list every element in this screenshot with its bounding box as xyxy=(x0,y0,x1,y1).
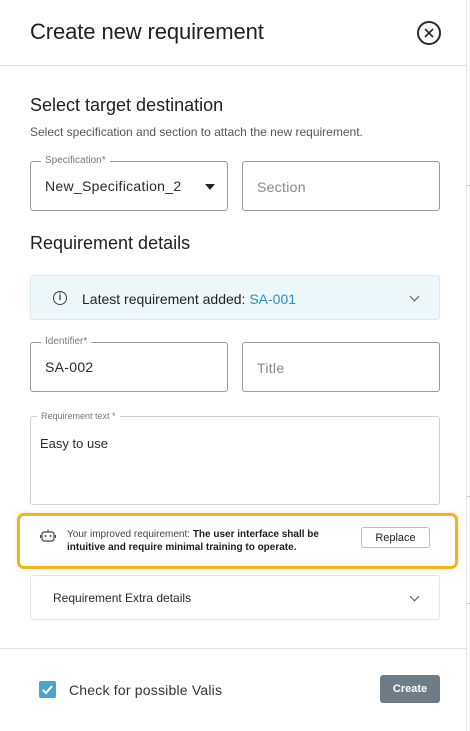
dropdown-caret-icon xyxy=(205,184,215,190)
requirement-text-value: Easy to use xyxy=(40,436,108,451)
suggestion-prefix: Your improved requirement: xyxy=(67,529,193,540)
latest-requirement-id[interactable]: SA-001 xyxy=(249,291,296,307)
dialog-footer: Check for possible Valis Create xyxy=(0,648,467,731)
chevron-down-icon[interactable] xyxy=(409,291,420,302)
requirement-text-field[interactable]: Requirement text * Easy to use xyxy=(30,410,440,505)
improved-requirement-suggestion: Your improved requirement: The user inte… xyxy=(17,513,458,569)
valis-checkbox[interactable] xyxy=(39,681,56,698)
latest-requirement-panel[interactable]: i Latest requirement added: SA-001 xyxy=(30,275,440,320)
title-placeholder: Title xyxy=(257,360,285,376)
identifier-field[interactable]: Identifier* SA-002 xyxy=(30,336,228,392)
dialog-header: Create new requirement xyxy=(0,0,467,66)
checkmark-icon xyxy=(42,685,53,695)
create-button[interactable]: Create xyxy=(380,675,440,703)
robot-icon xyxy=(40,529,56,542)
valis-checkbox-label: Check for possible Valis xyxy=(69,682,223,698)
specification-value: New_Specification_2 xyxy=(45,178,182,194)
requirement-text-label: Requirement text * xyxy=(37,410,120,422)
details-heading: Requirement details xyxy=(30,233,191,253)
section-placeholder: Section xyxy=(257,179,306,195)
chevron-down-icon[interactable] xyxy=(409,591,420,602)
close-icon xyxy=(424,28,434,38)
identifier-value: SA-002 xyxy=(45,359,94,375)
extra-details-panel[interactable]: Requirement Extra details xyxy=(30,575,440,620)
latest-prefix: Latest requirement added: xyxy=(82,291,250,307)
specification-label: Specification* xyxy=(41,155,110,167)
close-button[interactable] xyxy=(417,21,441,45)
dialog-title: Create new requirement xyxy=(30,19,264,44)
target-heading: Select target destination xyxy=(30,95,224,115)
suggestion-text: Your improved requirement: The user inte… xyxy=(67,528,339,554)
replace-button[interactable]: Replace xyxy=(361,527,430,548)
create-requirement-dialog: Create new requirement Select target des… xyxy=(0,0,467,731)
specification-select[interactable]: Specification* New_Specification_2 xyxy=(30,155,228,211)
section-input[interactable]: Section xyxy=(242,161,440,211)
info-icon: i xyxy=(53,291,67,305)
title-field[interactable]: Title xyxy=(242,342,440,392)
extra-details-label: Requirement Extra details xyxy=(53,591,192,605)
identifier-label: Identifier* xyxy=(41,336,92,348)
target-subheading: Select specification and section to atta… xyxy=(30,125,363,139)
latest-requirement-text: Latest requirement added: SA-001 xyxy=(82,291,296,307)
